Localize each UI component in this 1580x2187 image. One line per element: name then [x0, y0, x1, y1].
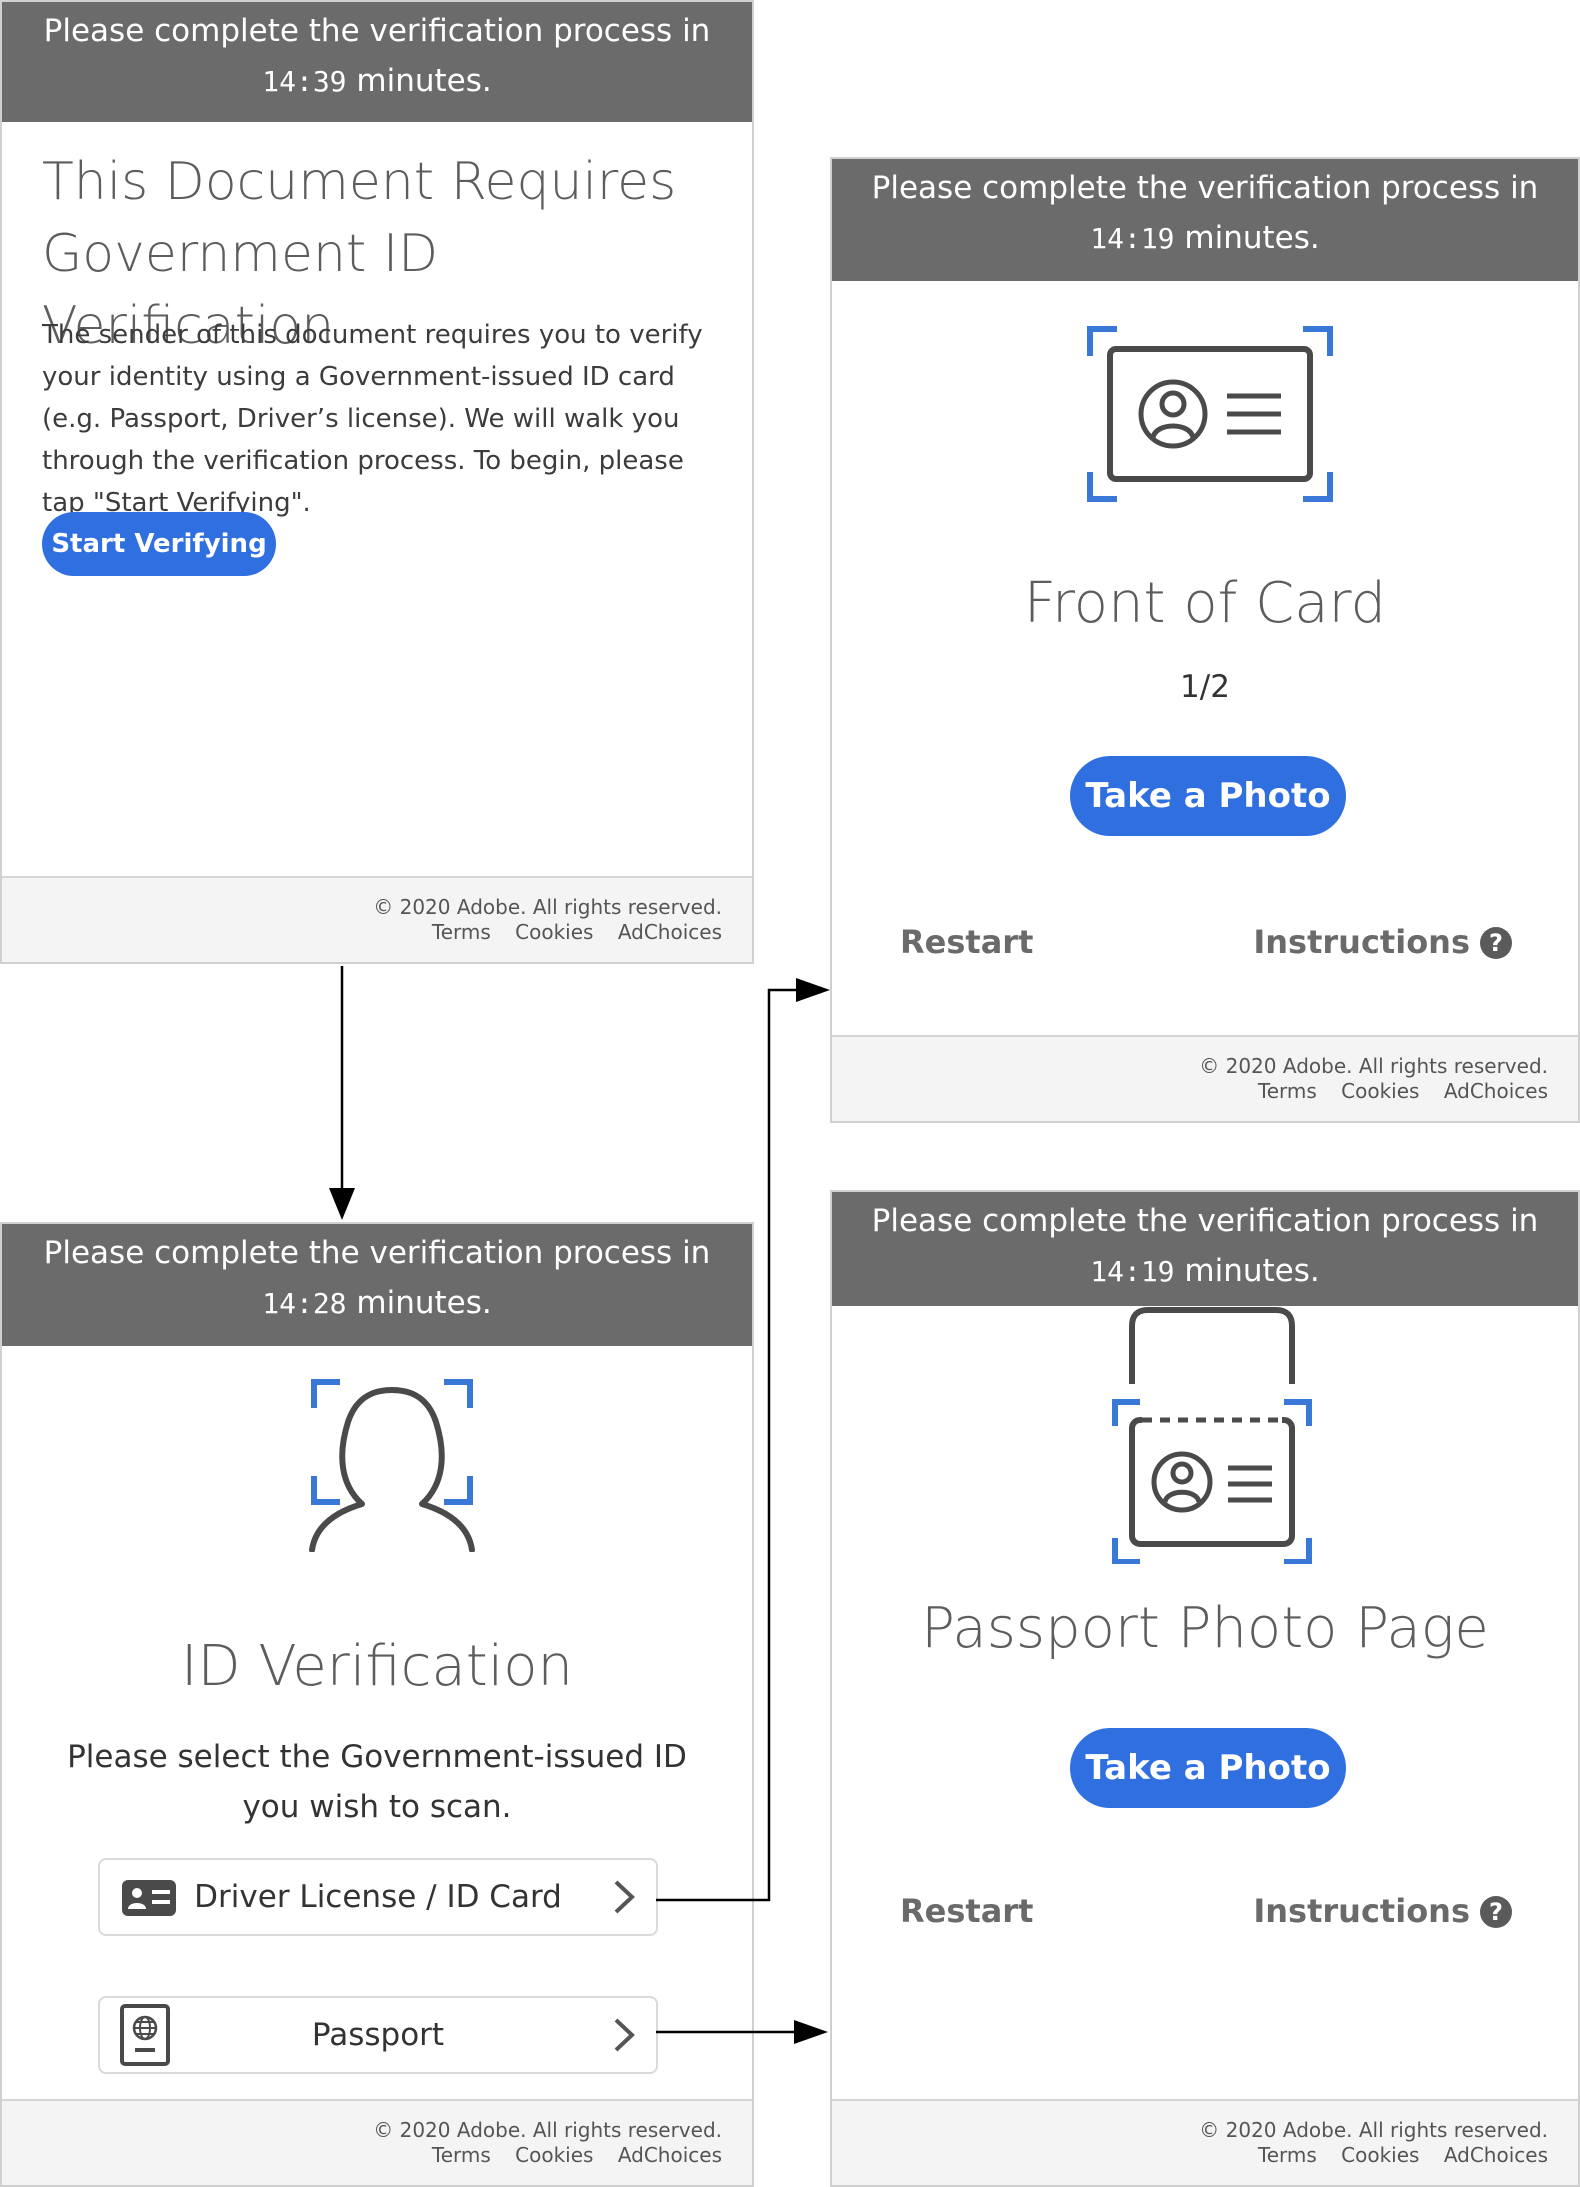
arrow-driver-to-front: [656, 988, 800, 1902]
arrow-head-down: [329, 1188, 355, 1220]
arrow-head-right: [796, 978, 830, 1002]
arrow-head-right: [794, 2020, 828, 2044]
flow-arrows: [329, 966, 830, 2044]
